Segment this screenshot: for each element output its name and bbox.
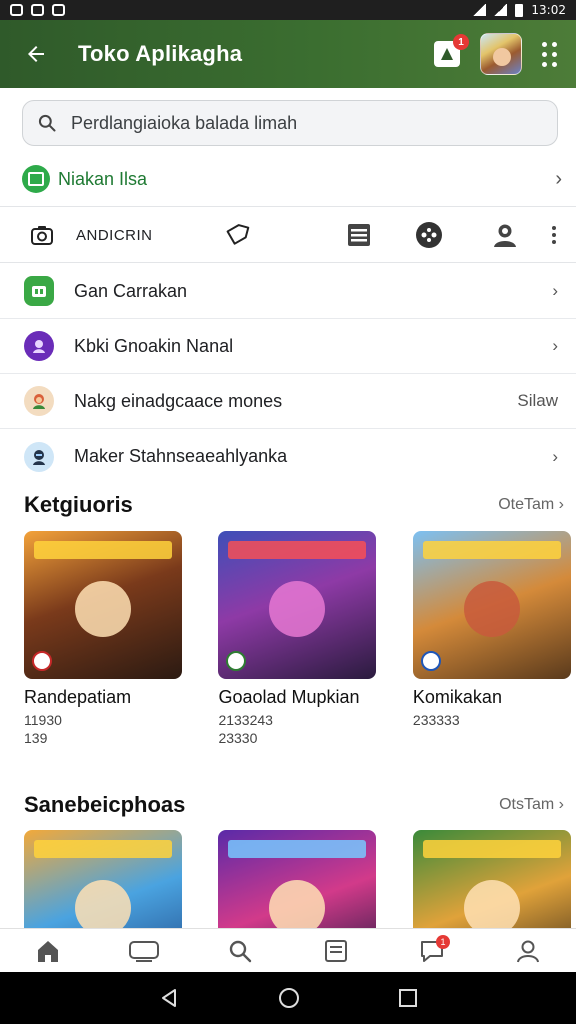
camera-icon[interactable]: [28, 221, 56, 249]
profile-icon[interactable]: [491, 221, 519, 249]
app-card[interactable]: [24, 830, 182, 928]
nav-home[interactable]: [28, 933, 68, 969]
app-name: Goaolad Mupkian: [218, 687, 360, 707]
notification-badge: 1: [453, 34, 469, 50]
app-card[interactable]: Goaolad Mupkian 2133243 23330: [218, 531, 377, 746]
app-thumbnail: [218, 830, 377, 928]
back-button[interactable]: [20, 38, 52, 70]
search-icon: [37, 113, 57, 133]
nav-search[interactable]: [220, 933, 260, 969]
search-bar[interactable]: Perdlangiaioka balada limah: [22, 100, 558, 146]
back-triangle-icon[interactable]: [158, 987, 180, 1009]
app-meta: 11930: [24, 712, 62, 728]
status-icons-right: 13:02: [473, 3, 566, 17]
notification-icon: [52, 4, 65, 16]
bottom-navigation: 1: [0, 928, 576, 972]
signal-icon: [473, 4, 487, 16]
section-title: Sanebeicphoas: [24, 792, 186, 817]
chevron-right-icon: ›: [552, 446, 558, 466]
app-bar: Toko Aplikagha 1: [0, 20, 576, 88]
notifications-button[interactable]: 1: [434, 34, 469, 67]
app-thumbnail: [412, 830, 571, 928]
section-title: Ketgiuoris: [24, 492, 133, 517]
section-header: Sanebeicphoas OtsTam ›: [24, 790, 564, 820]
game-character-icon: [24, 386, 54, 416]
battery-icon: [515, 3, 524, 17]
tag-icon[interactable]: [223, 221, 251, 249]
apps-icon: [24, 276, 54, 306]
app-thumbnail: [24, 531, 182, 679]
game-character-icon: [24, 331, 54, 361]
app-name: Komikakan: [412, 687, 502, 707]
back-arrow-icon: [28, 46, 44, 62]
nav-messages[interactable]: 1: [412, 933, 452, 969]
page-title: Toko Aplikagha: [78, 41, 243, 66]
see-more-link[interactable]: OteTam ›: [498, 496, 564, 514]
menu-list: Gan Carrakan › Kbki Gnoakin Nanal › Nakg…: [0, 264, 576, 484]
list-item[interactable]: Maker Stahnseaeahlyanka ›: [0, 429, 576, 484]
home-circle-icon[interactable]: [277, 986, 301, 1010]
app-name: Randepatiam: [24, 687, 132, 707]
list-item-label: Nakg einadgcaace mones: [74, 390, 283, 411]
promo-row[interactable]: Niakan Ilsa ›: [22, 160, 562, 198]
list-item[interactable]: Gan Carrakan ›: [0, 264, 576, 319]
screen-icon: [129, 940, 159, 962]
nav-games[interactable]: [124, 933, 164, 969]
divider: [0, 206, 576, 207]
app-rating: 23330: [218, 730, 258, 746]
search-input[interactable]: Perdlangiaioka balada limah: [71, 113, 297, 134]
chevron-right-icon: ›: [555, 167, 562, 190]
app-card-row: [24, 830, 576, 928]
app-bar-actions: 1: [434, 33, 562, 75]
game-controller-icon[interactable]: [415, 221, 443, 249]
list-item-label: Kbki Gnoakin Nanal: [74, 335, 234, 356]
app-thumbnail: [412, 531, 571, 679]
see-more-link[interactable]: OtsTam ›: [499, 796, 564, 814]
search-icon: [229, 940, 252, 962]
app-card-row: Randepatiam 11930 139 Goaolad Mupkian 21…: [24, 531, 576, 761]
status-icons-left: [10, 4, 65, 16]
nav-library[interactable]: [316, 933, 356, 969]
app-card[interactable]: [412, 830, 571, 928]
chevron-right-icon: ›: [552, 281, 558, 300]
list-item[interactable]: Kbki Gnoakin Nanal ›: [0, 319, 576, 374]
app-card[interactable]: Komikakan 233333: [412, 531, 571, 730]
app-thumbnail: [24, 830, 182, 928]
nav-profile[interactable]: [508, 933, 548, 969]
status-bar: 13:02: [0, 0, 576, 20]
list-item[interactable]: Nakg einadgcaace mones Silaw: [0, 374, 576, 429]
app-card[interactable]: Randepatiam 11930 139: [24, 531, 182, 746]
more-options-icon[interactable]: [552, 226, 556, 244]
home-icon: [38, 940, 58, 962]
notification-icon: [31, 4, 44, 16]
avatar[interactable]: [480, 33, 522, 75]
signal-icon: [494, 4, 508, 16]
notification-badge: 1: [436, 934, 450, 949]
list-item-label: Gan Carrakan: [74, 280, 188, 301]
promo-label: Niakan Ilsa: [58, 168, 148, 189]
tab-first[interactable]: ANDICRIN: [76, 227, 153, 244]
chevron-right-icon: ›: [552, 336, 558, 355]
book-icon: [325, 939, 347, 962]
app-meta: 2133243: [218, 712, 273, 728]
status-time: 13:02: [531, 3, 566, 17]
recents-square-icon[interactable]: [398, 988, 418, 1008]
system-navigation-bar: [0, 972, 576, 1024]
app-meta: 233333: [412, 712, 460, 728]
app-rating: 139: [24, 730, 48, 746]
profile-icon: [517, 940, 539, 962]
more-options-icon[interactable]: [542, 41, 562, 67]
bell-icon: [441, 48, 453, 60]
filter-tabs: ANDICRIN: [0, 208, 576, 262]
promo-icon: [22, 165, 50, 193]
list-item-trailing: Silaw: [517, 391, 558, 410]
notification-icon: [10, 4, 23, 16]
list-item-label: Maker Stahnseaeahlyanka: [74, 446, 288, 466]
app-card[interactable]: [218, 830, 377, 928]
divider: [0, 262, 576, 263]
list-icon[interactable]: [345, 221, 373, 249]
game-character-icon: [24, 441, 54, 472]
app-thumbnail: [218, 531, 377, 679]
section-header: Ketgiuoris OteTam ›: [24, 490, 564, 520]
